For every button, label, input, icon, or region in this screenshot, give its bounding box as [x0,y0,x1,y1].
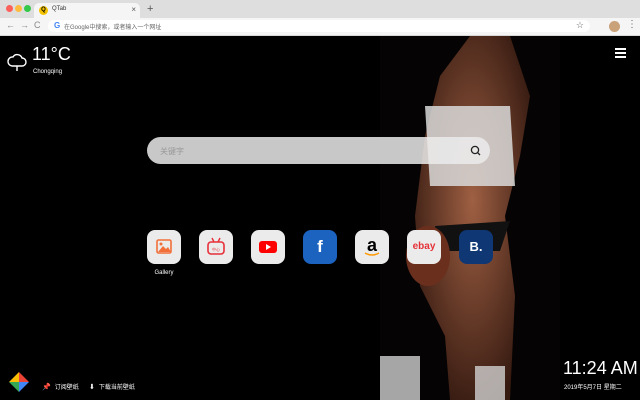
tab-close-icon[interactable]: × [131,5,136,14]
shortcut-booking[interactable]: B. [459,230,493,264]
gallery-icon [156,239,172,254]
shortcut-facebook[interactable]: f [303,230,337,264]
search-box[interactable]: 关键字 [147,137,490,164]
ebay-icon: ebay [412,241,436,252]
facebook-icon: f [317,237,323,256]
profile-avatar[interactable] [609,21,620,32]
tab-title: QTab [52,6,67,12]
tab-favicon-icon: Q [39,6,48,15]
amazon-smile-icon [364,252,380,256]
bookmark-star-icon[interactable]: ☆ [576,20,584,31]
browser-menu-icon[interactable]: ⋮ [627,19,637,30]
cloud-icon [7,53,27,71]
download-wallpaper-label: 下载当前壁纸 [98,385,135,391]
forward-icon[interactable]: → [20,20,29,30]
shortcut-bilibili[interactable]: 中心 [199,230,233,264]
shortcut-youtube[interactable] [251,230,285,264]
booking-icon: B. [469,239,483,254]
maximize-window-dot[interactable] [24,5,31,12]
address-bar[interactable]: G 在Google中搜索，或者输入一个网址 ☆ [48,20,590,32]
shortcut-ebay[interactable]: ebay [407,230,441,264]
google-icon: G [54,21,61,30]
pin-icon: 📌 [42,384,51,391]
reload-icon[interactable]: C [34,20,41,30]
shortcut-amazon[interactable]: a [355,230,389,264]
city-name: Chongqing [33,69,63,75]
browser-toolbar: ← → C G 在Google中搜索，或者输入一个网址 ☆ [0,18,640,36]
download-icon: ⬇ [89,384,95,391]
subscribe-wallpaper-label: 订阅壁纸 [54,385,79,391]
shortcut-label-gallery: Gallery [154,270,174,276]
search-input[interactable]: 关键字 [160,146,184,157]
new-tab-button[interactable]: + [147,3,153,15]
search-icon[interactable] [470,145,481,156]
shortcut-gallery[interactable] [147,230,181,264]
new-tab-page: 11°C Chongqing 关键字 Gallery 中心 f a ebay B… [0,36,640,400]
temperature: 11°C [32,44,71,64]
bilibili-text: 中心 [212,246,220,252]
wallpaper-figure [380,36,560,400]
qtab-logo-icon[interactable] [9,372,29,392]
clock-time: 11:24 AM [563,358,638,378]
back-icon[interactable]: ← [6,20,15,30]
menu-icon[interactable] [615,48,626,60]
minimize-window-dot[interactable] [15,5,22,12]
browser-tab[interactable]: Q QTab × [34,3,140,18]
download-wallpaper-link[interactable]: ⬇ 下载当前壁纸 [89,382,135,391]
clock-date: 2019年5月7日 星期二 [564,385,622,391]
close-window-dot[interactable] [6,5,13,12]
address-placeholder: 在Google中搜索，或者输入一个网址 [64,25,162,31]
youtube-icon [259,241,277,253]
browser-tab-bar: Q QTab × + [0,0,640,18]
subscribe-wallpaper-link[interactable]: 📌 订阅壁纸 [42,382,79,391]
bilibili-icon: 中心 [207,237,225,255]
